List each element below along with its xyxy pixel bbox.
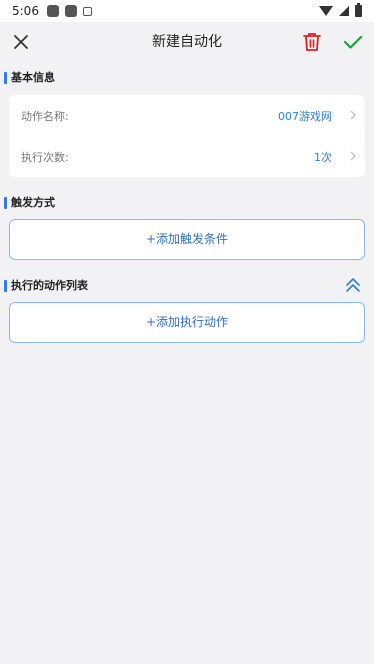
app-bar: 新建自动化 [0,22,374,62]
execution-count-row[interactable]: 执行次数: 1次 [9,136,365,177]
section-title-trigger: 触发方式 [4,196,55,210]
notification-icon [46,5,59,17]
execution-count-label: 执行次数: [21,150,69,164]
delete-button[interactable] [300,30,324,54]
signal-icon [339,6,349,16]
confirm-button[interactable] [341,30,365,54]
section-title-action-list: 执行的动作列表 [4,279,88,293]
notification-icon [82,6,92,16]
section-title-basic-info: 基本信息 [4,71,55,85]
status-bar: 5:06 [0,0,374,22]
execution-count-value: 1次 [314,150,332,164]
add-trigger-button[interactable]: +添加触发条件 [9,219,365,260]
chevron-right-icon [350,110,356,120]
status-time: 5:06 [12,4,39,18]
trash-icon [303,33,321,51]
battery-icon [355,3,362,17]
action-name-label: 动作名称: [21,109,69,123]
check-icon [343,35,363,49]
action-name-row[interactable]: 动作名称: 007游戏网 [9,95,365,136]
chevron-right-icon [350,151,356,161]
action-name-value: 007游戏网 [278,109,332,123]
notification-icon [64,5,77,17]
basic-info-card: 动作名称: 007游戏网 执行次数: 1次 [9,95,365,177]
double-chevron-up-icon[interactable] [344,276,362,294]
wifi-icon [319,6,333,16]
add-action-button[interactable]: +添加执行动作 [9,302,365,343]
